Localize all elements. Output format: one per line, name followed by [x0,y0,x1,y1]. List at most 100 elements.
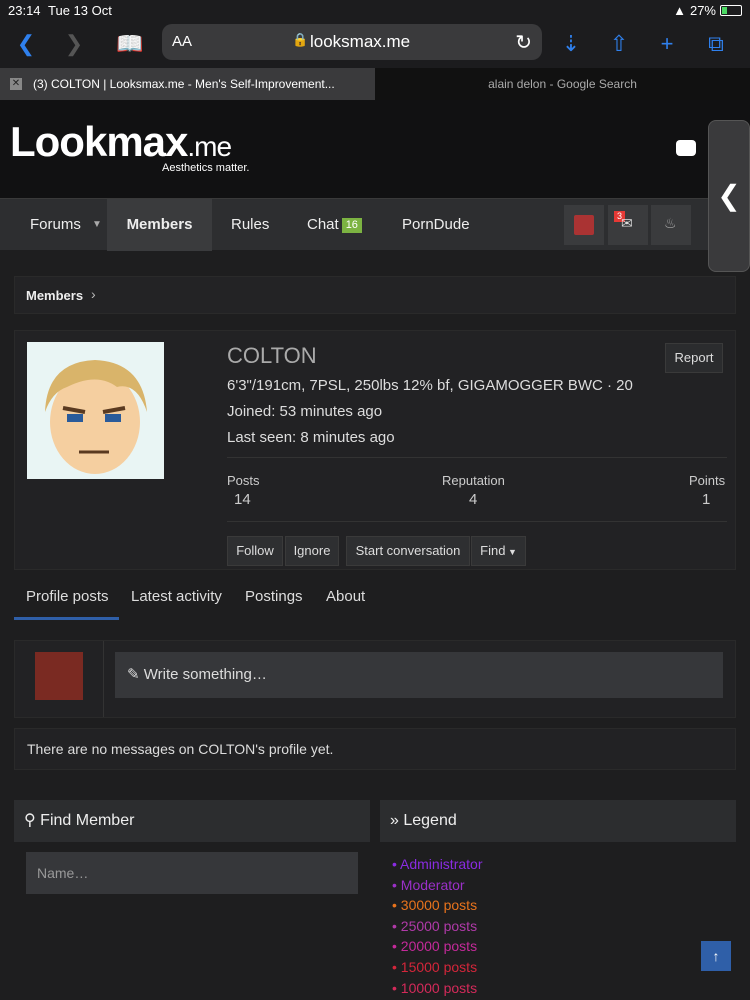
browser-toolbar: ❮ ❯ 📖 AA 🔒 looksmax.me ↻ ⇣ ⇧ + ⧉ [0,22,750,68]
reader-aa-button[interactable]: AA [172,33,192,50]
profile-post-composer: ✎ Write something… [14,640,736,718]
browser-tabs: ✕ (3) COLTON | Looksmax.me - Men's Self-… [0,68,750,100]
find-member-title: Find Member [40,812,135,829]
avatar [574,215,594,235]
tab-postings[interactable]: Postings [245,578,303,620]
share-icon[interactable]: ⇧ [603,28,635,60]
tagline: Aesthetics matter. [162,162,250,174]
stat-posts-label: Posts [227,473,260,488]
stat-points-value[interactable]: 1 [702,491,710,508]
tabs-overview-icon[interactable]: ⧉ [700,28,732,60]
nav-members[interactable]: Members [107,199,212,251]
avatar [35,652,83,700]
nav-rules[interactable]: Rules [231,199,269,251]
user-title: 6'3"/191cm, 7PSL, 250lbs 12% bf, GIGAMOG… [227,377,633,394]
date: Tue 13 Oct [48,3,112,18]
nav-forums[interactable]: Forums ▼ [0,199,107,251]
side-panel-handle[interactable]: ❮ [708,120,750,272]
battery-percent: 27% [689,3,716,18]
arrow-up-icon: ↑ [712,948,720,964]
nav-chat[interactable]: Chat 16 [307,199,362,251]
battery-level [722,7,727,14]
legend-item: • 30000 posts [392,897,478,914]
legend-item: • 25000 posts [392,917,478,934]
legend-list: • Administrator • Moderator • 30000 posts •… [392,854,483,998]
close-icon[interactable]: ✕ [10,78,22,90]
write-something-input[interactable]: ✎ Write something… [115,652,723,698]
pencil-icon: ✎ [127,666,140,683]
tab-active[interactable]: ✕ (3) COLTON | Looksmax.me - Men's Self-… [0,68,375,100]
forward-icon[interactable]: ❯ [58,28,90,60]
logo-text: Lookmax [10,118,188,165]
url-text[interactable]: looksmax.me [310,32,410,52]
legend-header: » Legend [380,800,736,842]
stat-reputation-label: Reputation [442,473,505,488]
nav-label: Chat [307,216,339,233]
find-label: Find [480,543,506,558]
legend-item: • Administrator [392,856,483,872]
alerts-button[interactable]: ♨ [651,205,691,245]
report-button[interactable]: Report [665,343,723,373]
site-header: Lookmax.me Aesthetics matter. [0,100,750,198]
chevron-down-icon[interactable]: ▼ [92,199,102,251]
no-messages-notice: There are no messages on COLTON's profil… [14,728,736,770]
tab-about[interactable]: About [326,578,365,620]
discord-icon[interactable] [676,140,696,156]
nav-porndude[interactable]: PornDude [402,199,470,251]
chevron-left-icon: ❮ [717,180,741,211]
joined-text: Joined: 53 minutes ago [227,403,383,420]
wifi-icon: ▲ [673,3,686,18]
status-bar: 23:14 Tue 13 Oct ▲ 27% [0,0,750,22]
caret-down-icon: ▼ [505,547,517,557]
logo-suffix: .me [187,131,232,162]
member-name-input[interactable]: Name… [26,852,358,894]
scroll-to-top-button[interactable]: ↑ [701,941,731,971]
nav-label: Forums [30,216,81,233]
tab-title: alain delon - Google Search [488,77,637,91]
follow-button[interactable]: Follow [227,536,283,566]
breadcrumb: Members › [14,276,736,314]
account-avatar[interactable] [564,205,604,245]
divider [227,457,727,458]
legend-title: Legend [403,812,457,829]
site-logo[interactable]: Lookmax.me [10,118,232,166]
status-right: ▲ 27% [673,3,742,18]
tab-latest-activity[interactable]: Latest activity [131,578,222,620]
last-seen-text: Last seen: 8 minutes ago [227,429,395,446]
new-tab-icon[interactable]: + [651,28,683,60]
breadcrumb-members[interactable]: Members [26,288,83,303]
download-icon[interactable]: ⇣ [555,28,587,60]
legend-item: • 15000 posts [392,958,478,975]
find-button[interactable]: Find ▼ [471,536,526,566]
address-bar[interactable]: AA 🔒 looksmax.me ↻ [162,24,542,60]
legend-item: • 20000 posts [392,938,478,955]
no-messages-text: There are no messages on COLTON's profil… [27,741,334,757]
stat-points-label: Points [689,473,726,488]
double-chevron-icon: » [390,812,399,829]
stat-reputation-value[interactable]: 4 [469,491,477,508]
divider [103,641,104,717]
avatar[interactable] [27,342,164,479]
tab-profile-posts[interactable]: Profile posts [14,578,119,620]
chevron-right-icon: › [91,286,96,302]
envelope-icon: ✉ [621,215,633,231]
battery-icon [720,5,742,16]
write-placeholder: Write something… [143,666,267,683]
start-conversation-button[interactable]: Start conversation [346,536,470,566]
tab-inactive[interactable]: alain delon - Google Search [375,68,750,100]
stat-posts-value[interactable]: 14 [234,491,251,508]
reload-icon[interactable]: ↻ [515,30,532,55]
divider [227,521,727,522]
clock: 23:14 [8,3,41,18]
inbox-button[interactable]: 3 ✉ [608,205,648,245]
ignore-button[interactable]: Ignore [285,536,339,566]
bookmarks-icon[interactable]: 📖 [114,28,146,60]
profile-username: COLTON [227,343,317,368]
profile-card: COLTON Report 6'3"/191cm, 7PSL, 250lbs 1… [14,330,736,570]
search-icon: ⚲ [24,812,36,829]
lock-icon: 🔒 [292,32,309,47]
bell-icon: ♨ [664,215,677,231]
chat-count-badge: 16 [341,217,362,233]
back-icon[interactable]: ❮ [10,28,42,60]
find-member-header: ⚲ Find Member [14,800,370,842]
